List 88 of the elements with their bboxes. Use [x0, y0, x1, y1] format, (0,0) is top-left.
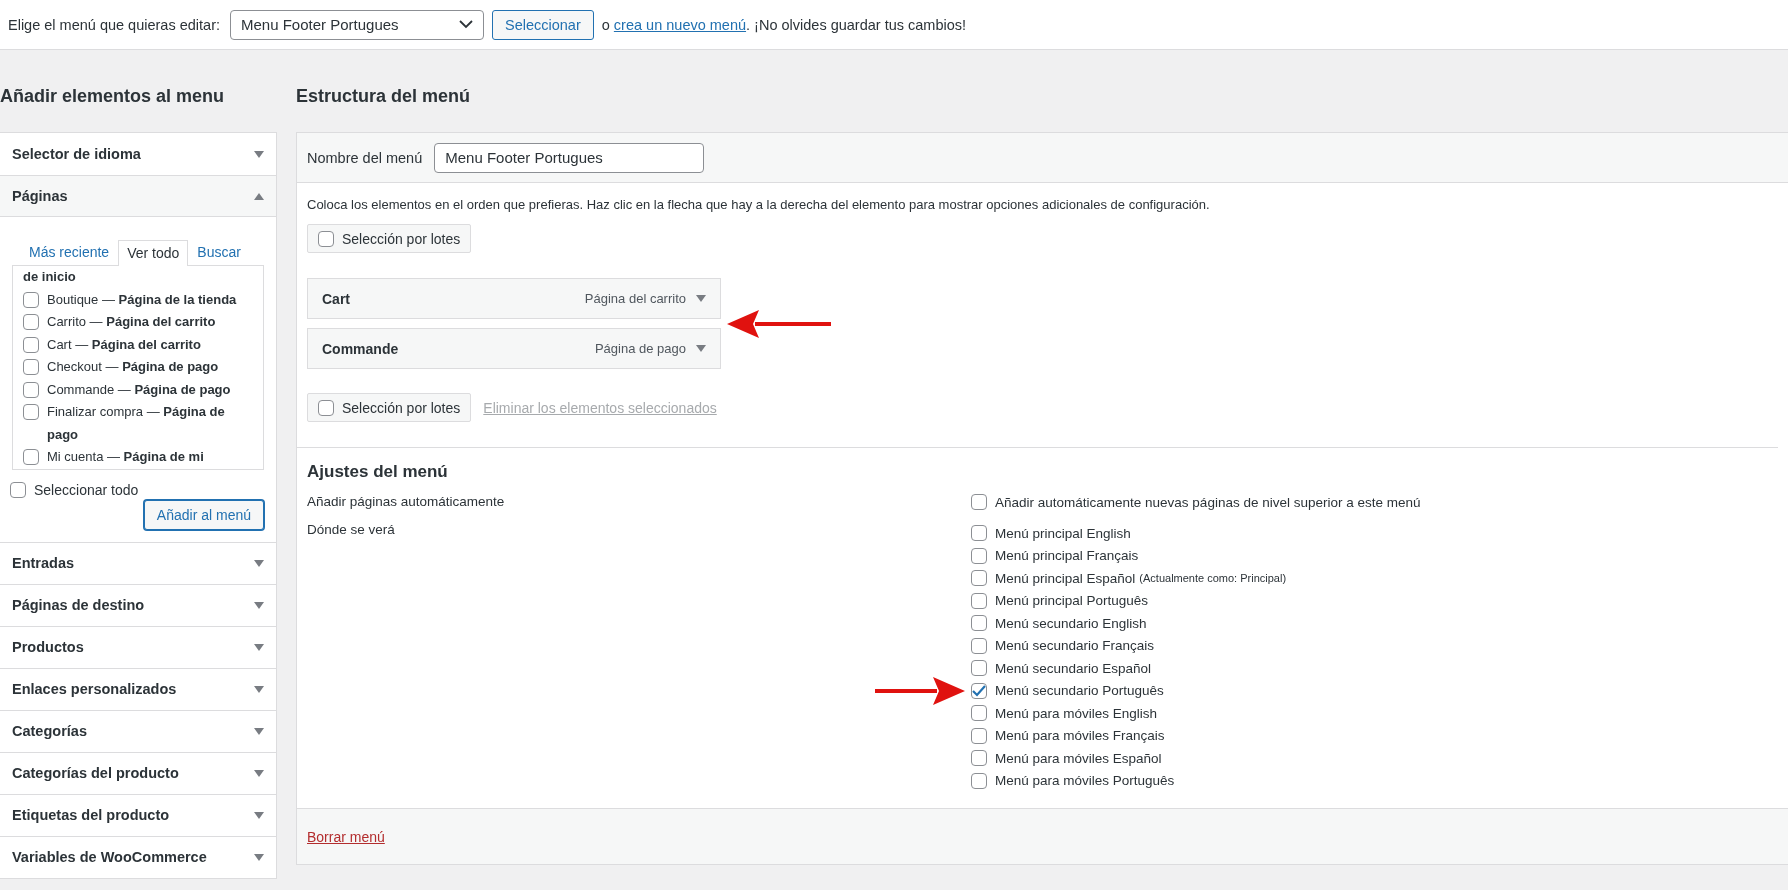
checkbox[interactable]: [971, 750, 987, 767]
checkbox[interactable]: [971, 592, 987, 609]
page-label: Commande — Página de pago: [47, 380, 231, 399]
tab[interactable]: Buscar: [188, 239, 250, 265]
location-option: Menú para móviles English: [995, 705, 1158, 721]
checkbox[interactable]: [23, 336, 39, 353]
page-label: Finalizar compra — Página de pago: [47, 403, 226, 444]
checkbox[interactable]: [971, 525, 987, 542]
checkbox[interactable]: [971, 660, 987, 677]
menu-item[interactable]: Commande Página de pago: [307, 328, 721, 369]
auto-add-option: Añadir automáticamente nuevas páginas de nivel superior a este menú: [995, 494, 1421, 510]
checkbox[interactable]: [23, 359, 39, 375]
bulk-select-toggle[interactable]: Selección por lotes: [307, 393, 472, 422]
menu-item-title: Cart: [322, 290, 351, 307]
menu-item-title: Commande: [322, 340, 400, 357]
arrow-left-icon: [727, 308, 831, 339]
instructions-text: Coloca los elementos en el orden que prefieras. Haz clic en la flecha que hay a la derecha del elemento para mostrar opciones adicionales de configuración.: [307, 197, 1211, 212]
checkbox[interactable]: [971, 727, 987, 744]
caret-icon[interactable]: [696, 345, 706, 352]
location-option: Menú secundario Español: [995, 660, 1152, 676]
location-option: Menú secundario Português: [995, 683, 1164, 699]
menu-select[interactable]: Menu Footer Portugues: [230, 9, 484, 40]
caret-icon[interactable]: [696, 295, 706, 302]
add-items-title: Añadir elementos al menu: [0, 86, 226, 106]
caret-icon: [254, 853, 264, 861]
menu-item[interactable]: Cart Página del carrito: [307, 278, 721, 319]
checkbox[interactable]: [971, 570, 987, 587]
location-option: Menú principal Français: [995, 548, 1139, 564]
chevron-down-icon: [459, 20, 473, 29]
page-label: Boutique — Página de la tienda: [47, 290, 237, 309]
caret-icon: [254, 150, 264, 158]
arrow-right-icon: [875, 675, 965, 706]
page-label: Checkout — Página de pago: [47, 358, 219, 376]
caret-icon: [254, 769, 264, 777]
checkbox[interactable]: [23, 291, 39, 308]
checkbox[interactable]: [23, 404, 39, 420]
create-menu-text: o crea un nuevo menú. ¡No olvides guardar tus cambios!: [601, 16, 967, 33]
checkbox[interactable]: [23, 449, 39, 465]
delete-menu-link[interactable]: Borrar menú: [307, 828, 385, 845]
add-to-menu-button[interactable]: Añadir al menú: [143, 499, 264, 530]
bulk-select-toggle[interactable]: Selección por lotes: [307, 224, 472, 253]
checkbox[interactable]: [971, 682, 987, 699]
location-option: Menú para móviles Português: [995, 773, 1175, 789]
structure-title: Estructura del menú: [296, 86, 472, 106]
location-option: Menú para móviles Français: [995, 728, 1165, 744]
page-label: de inicio: [23, 268, 76, 286]
location-option: Menú principal English: [995, 525, 1131, 541]
location-option: Menú secundario Français: [995, 638, 1155, 654]
caret-icon: [254, 811, 264, 819]
menu-name-field[interactable]: Menu Footer Portugues: [434, 142, 705, 173]
create-menu-link[interactable]: crea un nuevo menú: [613, 16, 747, 33]
locations-label: Dónde se verá: [307, 522, 395, 537]
menu-item-type: Página de pago: [594, 341, 686, 356]
checkbox[interactable]: [23, 314, 39, 330]
settings-title: Ajustes del menú: [307, 462, 449, 482]
location-option: Menú para móviles Español: [995, 750, 1162, 766]
checkbox[interactable]: [971, 705, 987, 722]
caret-icon: [254, 727, 264, 735]
checkbox[interactable]: [10, 481, 26, 498]
select-button[interactable]: Seleccionar: [492, 9, 594, 40]
select-label: Elige el menú que quieras editar:: [8, 16, 220, 33]
location-option: Menú secundario English: [995, 615, 1147, 631]
checkbox[interactable]: [971, 494, 987, 510]
location-option: Menú principal Español: [995, 570, 1136, 586]
menu-item-type: Página del carrito: [584, 291, 686, 306]
checkbox[interactable]: [23, 381, 39, 398]
checkbox[interactable]: [971, 772, 987, 789]
checkbox[interactable]: [971, 547, 987, 564]
select-all-label: Seleccionar todo: [34, 481, 139, 498]
caret-icon: [254, 559, 264, 567]
tab[interactable]: Más reciente: [20, 239, 119, 265]
caret-icon: [254, 643, 264, 651]
tab[interactable]: Ver todo: [118, 240, 189, 266]
location-note: (Actualmente como: Principal): [1139, 572, 1287, 585]
checkbox[interactable]: [971, 637, 987, 654]
location-option: Menú principal Português: [995, 593, 1149, 609]
menu-name-label: Nombre del menú: [307, 149, 423, 166]
page-label: Carrito — Página del carrito: [47, 313, 216, 331]
page-label: Mi cuenta — Página de mi: [47, 448, 204, 466]
caret-icon: [254, 192, 264, 200]
accordion-header[interactable]: Páginas: [0, 175, 276, 217]
caret-icon: [254, 601, 264, 609]
caret-icon: [254, 685, 264, 693]
checkbox[interactable]: [318, 399, 334, 416]
checkbox[interactable]: [318, 230, 334, 247]
page-label: Cart — Página del carrito: [47, 335, 201, 354]
checkbox[interactable]: [971, 615, 987, 632]
auto-add-label: Añadir páginas automáticamente: [307, 494, 505, 509]
